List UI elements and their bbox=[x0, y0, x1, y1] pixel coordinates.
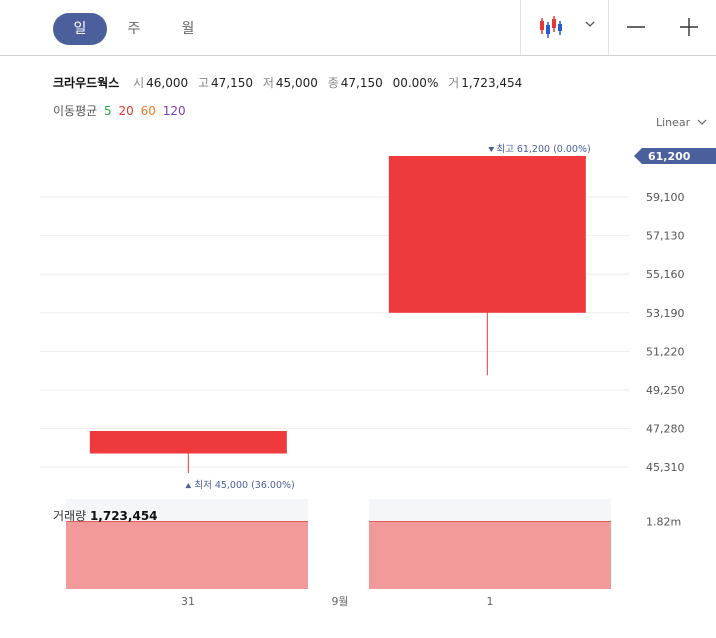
up-arrow-icon bbox=[185, 483, 192, 489]
candle-body[interactable] bbox=[89, 430, 287, 454]
y-tick-label: 59,100 bbox=[646, 191, 685, 204]
x-tick-label: 1 bbox=[487, 595, 494, 608]
volume-panel-value: 1,723,454 bbox=[89, 509, 158, 523]
x-tick-label: 9월 bbox=[331, 595, 348, 608]
candle-body[interactable] bbox=[388, 156, 586, 313]
last-price-value: 61,200 bbox=[648, 150, 691, 163]
y-tick-label: 53,190 bbox=[646, 307, 685, 320]
volume-panel-label: 거래량 1,723,454 bbox=[53, 507, 158, 524]
y-tick-label: 49,250 bbox=[646, 384, 685, 397]
y-tick-label: 47,280 bbox=[646, 422, 685, 435]
y-tick-label: 45,310 bbox=[646, 461, 685, 474]
y-tick-label: 55,160 bbox=[646, 268, 685, 281]
down-arrow-icon bbox=[488, 147, 495, 152]
volume-bar[interactable] bbox=[369, 521, 611, 589]
low-annotation: 최저 45,000 (36.00%) bbox=[194, 480, 294, 491]
volume-panel-title: 거래량 bbox=[53, 509, 87, 523]
high-annotation: 최고 61,200 (0.00%) bbox=[496, 144, 590, 155]
volume-axis-tick: 1.82m bbox=[646, 516, 681, 529]
y-tick-label: 57,130 bbox=[646, 230, 685, 243]
x-tick-label: 31 bbox=[181, 595, 195, 608]
price-chart[interactable]: 59,100 57,130 55,160 53,190 51,220 49,250 47,2… bbox=[0, 0, 716, 638]
y-tick-label: 51,220 bbox=[646, 345, 685, 358]
volume-bar[interactable] bbox=[66, 521, 308, 589]
